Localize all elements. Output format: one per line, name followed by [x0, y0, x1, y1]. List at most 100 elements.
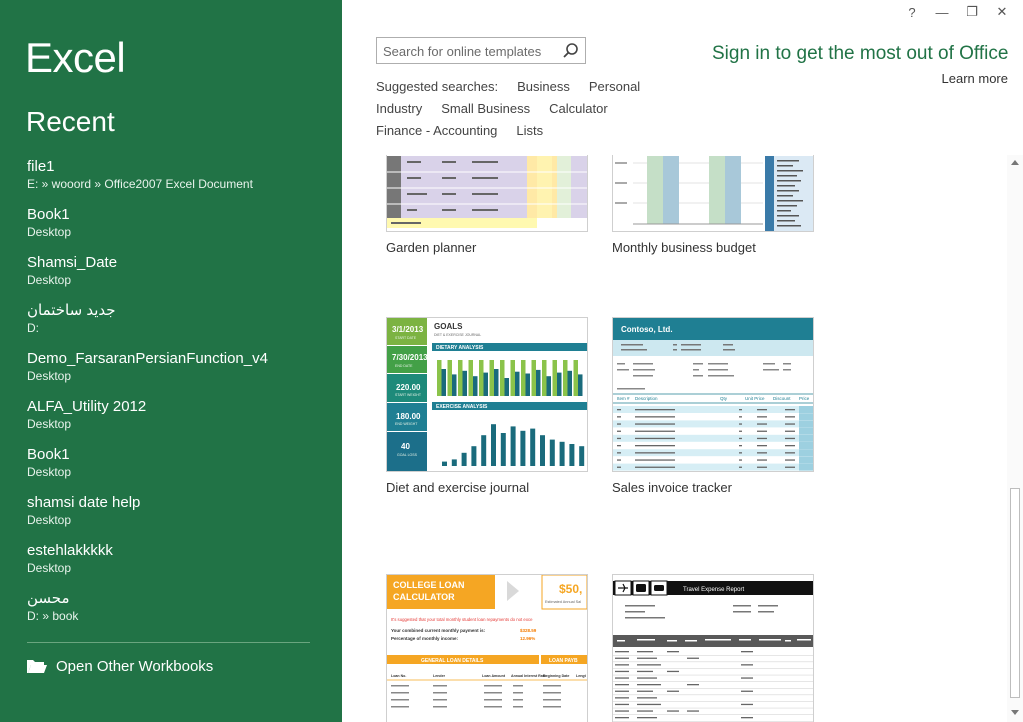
thumb-text: [617, 416, 621, 418]
travel-title: Travel Expense Report: [683, 587, 744, 593]
search-input[interactable]: [383, 42, 553, 60]
thumb-text: [687, 710, 699, 712]
thumb-text: [741, 677, 753, 679]
stat-label: START WEIGHT: [395, 393, 422, 397]
thumb-text: [785, 466, 795, 468]
thumb-text: [635, 423, 675, 425]
template-college-loan-calculator[interactable]: COLLEGE LOAN CALCULATOR $50, Estimated A…: [386, 574, 588, 722]
col-item: Item #: [617, 396, 630, 401]
exercise-chart: [442, 424, 585, 466]
suggested-row: Finance - Accounting Lists: [376, 120, 666, 142]
col-qty: Qty: [720, 396, 728, 401]
template-monthly-business-budget[interactable]: Monthly business budget: [612, 155, 814, 255]
loan-col: Loan No.: [391, 674, 406, 678]
thumb-text: [741, 717, 753, 719]
thumb-text: [667, 710, 679, 712]
suggested-search-link[interactable]: Business: [517, 76, 570, 98]
col-unit-price: Unit Price: [745, 396, 765, 401]
recent-item[interactable]: جدید ساختمان D:: [27, 302, 327, 350]
suggested-row: Suggested searches: Business Personal: [376, 76, 666, 98]
thumb-row: [613, 688, 813, 689]
goals-subtitle: DIET & EXERCISE JOURNAL: [434, 333, 481, 337]
stat-label: END WEIGHT: [395, 422, 418, 426]
learn-more-link[interactable]: Learn more: [942, 71, 1008, 86]
stat-value: 3/1/2013: [392, 325, 424, 334]
thumb-text: [637, 710, 653, 712]
suggested-search-link[interactable]: Industry: [376, 98, 422, 120]
recent-item[interactable]: محسن D: » book: [27, 590, 327, 638]
recent-item-name: Shamsi_Date: [27, 254, 118, 271]
thumb-bar: [468, 360, 473, 396]
open-other-workbooks-button[interactable]: Open Other Workbooks: [26, 657, 213, 675]
recent-item[interactable]: Demo_FarsaranPersianFunction_v4 Desktop: [27, 350, 327, 398]
recent-item[interactable]: file1 E: » wooord » Office2007 Excel Docu…: [27, 158, 327, 206]
thumb-text: [739, 459, 742, 461]
recent-item[interactable]: ALFA_Utility 2012 Desktop: [27, 398, 327, 446]
thumb-bar: [552, 360, 557, 396]
suggested-searches: Suggested searches: Business Personal Indus…: [376, 76, 666, 142]
suggested-row: Industry Small Business Calculator: [376, 98, 666, 120]
template-sales-invoice-tracker[interactable]: Contoso, Ltd. Item # Description Qty Uni…: [612, 317, 814, 495]
loan-details-header: GENERAL LOAN DETAILS: [421, 658, 484, 664]
scroll-up-arrow-icon[interactable]: [1009, 157, 1021, 169]
thumb-text: [739, 423, 742, 425]
minimize-button[interactable]: —: [927, 4, 957, 20]
thumb-bar: [569, 444, 575, 466]
thumb-text: [617, 459, 621, 461]
scrollbar-thumb[interactable]: [1010, 488, 1020, 698]
thumb-cell: [799, 449, 813, 457]
thumb-bar: [578, 374, 583, 396]
thumb-bar: [573, 360, 578, 396]
loan-row2-label: Percentage of monthly income:: [391, 636, 459, 641]
thumb-text: [637, 717, 657, 719]
thumb-text: [637, 697, 657, 699]
template-garden-planner[interactable]: Garden planner: [386, 155, 588, 255]
thumb-cell: [799, 442, 813, 449]
thumb-text: [635, 466, 675, 468]
thumb-row: [613, 701, 813, 702]
suggested-search-link[interactable]: Calculator: [549, 98, 608, 120]
recent-item[interactable]: shamsi date help Desktop: [27, 494, 327, 542]
company-name: Contoso, Ltd.: [621, 325, 673, 334]
thumb-text: [757, 466, 767, 468]
suggested-search-link[interactable]: Lists: [516, 120, 543, 142]
recent-item[interactable]: Book1 Desktop: [27, 446, 327, 494]
template-name: Diet and exercise journal: [386, 480, 530, 495]
thumb-text: [615, 677, 629, 679]
thumb-text: [739, 409, 742, 411]
thumb-cell: [799, 434, 813, 442]
suggested-search-link[interactable]: Personal: [589, 76, 640, 98]
thumb-bar: [542, 360, 547, 396]
col-description: Description: [635, 396, 658, 401]
restore-button[interactable]: ❐: [957, 4, 987, 20]
thumb-bar: [437, 360, 442, 396]
thumb-cell: [799, 413, 813, 421]
recent-item-path: Desktop: [27, 225, 72, 239]
recent-item-path: Desktop: [27, 273, 72, 287]
vertical-scrollbar[interactable]: [1007, 155, 1023, 722]
recent-item[interactable]: Shamsi_Date Desktop: [27, 254, 327, 302]
thumb-text: [757, 430, 767, 432]
thumb-bar: [520, 430, 526, 466]
thumb-text: [617, 466, 621, 468]
close-button[interactable]: ✕: [987, 4, 1017, 20]
scroll-down-arrow-icon[interactable]: [1009, 706, 1021, 718]
thumb-text: [617, 409, 621, 411]
template-travel-expense-report[interactable]: Travel Expense Report: [612, 574, 814, 722]
thumb-text: [635, 409, 675, 411]
thumb-text: [637, 670, 653, 673]
recent-item-path: E: » wooord » Office2007 Excel Document: [27, 177, 253, 191]
help-button[interactable]: ?: [897, 4, 927, 20]
thumb-text: [741, 703, 753, 706]
search-icon[interactable]: [562, 42, 580, 60]
suggested-search-link[interactable]: Finance - Accounting: [376, 120, 497, 142]
thumb-text: [739, 437, 742, 440]
recent-item[interactable]: Book1 Desktop: [27, 206, 327, 254]
thumb-bar: [500, 433, 506, 466]
suggested-search-link[interactable]: Small Business: [441, 98, 530, 120]
thumb-text: [687, 657, 699, 659]
open-other-label: Open Other Workbooks: [56, 657, 214, 675]
template-diet-exercise-journal[interactable]: 3/1/2013 7/30/2013 220.00 180.00 40 STAR…: [386, 317, 588, 495]
thumb-bar: [471, 446, 477, 466]
recent-item[interactable]: estehlakkkkk Desktop: [27, 542, 327, 590]
